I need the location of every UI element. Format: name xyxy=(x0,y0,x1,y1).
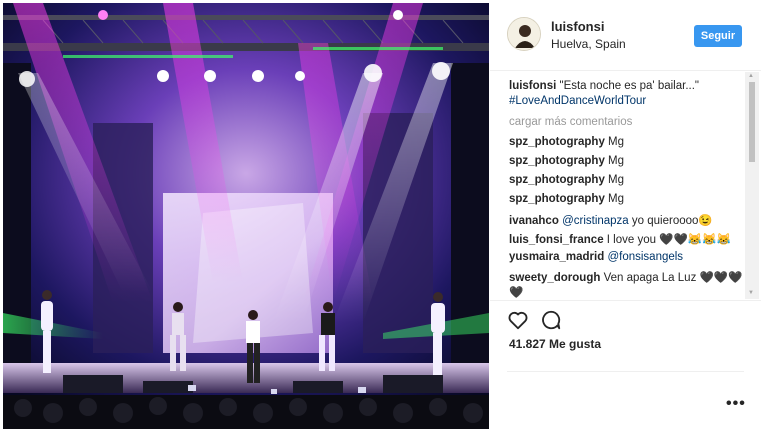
comment-username[interactable]: luis_fonsi_france xyxy=(509,234,604,246)
comment-text: yo quieroooo😉 xyxy=(631,215,713,227)
comment-bubble-icon-glyph xyxy=(542,310,561,330)
comment-text: Mg xyxy=(608,193,625,205)
comment-username[interactable]: spz_photography xyxy=(509,155,605,167)
post-username[interactable]: luisfonsi xyxy=(551,19,604,34)
post-side-panel: luisfonsi Huelva, Spain Seguir luisfonsi… xyxy=(490,0,761,432)
comment-item: spz_photography Mg xyxy=(509,193,624,205)
comment-bubble-icon[interactable] xyxy=(540,309,562,331)
caption-hashtag-line: #LoveAndDanceWorldTour xyxy=(509,95,646,107)
comment-item: sweety_dorough Ven apaga La Luz 🖤🖤🖤 xyxy=(509,270,742,284)
heart-icon[interactable] xyxy=(507,309,529,331)
post-actions: 41.827 Me gusta xyxy=(490,300,761,361)
comment-username[interactable]: spz_photography xyxy=(509,174,605,186)
post-location[interactable]: Huelva, Spain xyxy=(551,37,626,51)
caption-username[interactable]: luisfonsi xyxy=(509,80,556,92)
post-header: luisfonsi Huelva, Spain Seguir xyxy=(490,0,761,71)
instagram-post-modal: luisfonsi Huelva, Spain Seguir luisfonsi… xyxy=(0,0,761,432)
scrollbar-thumb[interactable] xyxy=(749,82,755,162)
comment-mention[interactable]: @cristinapza xyxy=(562,215,629,227)
avatar-image xyxy=(508,18,540,50)
scroll-down-arrow-icon[interactable]: ▼ xyxy=(748,290,754,296)
avatar[interactable] xyxy=(507,17,541,51)
comment-item: spz_photography Mg xyxy=(509,174,624,186)
comment-text: Mg xyxy=(608,155,625,167)
like-count[interactable]: 41.827 Me gusta xyxy=(509,337,601,351)
comment-username[interactable]: yusmaira_madrid xyxy=(509,251,604,263)
follow-button[interactable]: Seguir xyxy=(694,25,742,47)
caption: luisfonsi "Esta noche es pa' bailar..." xyxy=(509,80,699,92)
comment-mention[interactable]: @fonsisangels xyxy=(607,251,683,263)
load-more-comments[interactable]: cargar más comentarios xyxy=(509,116,632,128)
comments-scrollbar[interactable]: ▲ ▼ xyxy=(745,72,759,299)
comment-text: Mg xyxy=(608,136,625,148)
comment-item: ivanahco @cristinapza yo quieroooo😉 xyxy=(509,213,713,227)
caption-hashtag[interactable]: #LoveAndDanceWorldTour xyxy=(509,95,646,107)
scroll-up-arrow-icon[interactable]: ▲ xyxy=(748,73,754,79)
comment-item: spz_photography Mg xyxy=(509,136,624,148)
comment-username[interactable]: spz_photography xyxy=(509,136,605,148)
caption-text: "Esta noche es pa' bailar..." xyxy=(559,80,699,92)
heart-icon-glyph xyxy=(508,311,528,330)
concert-stage-image xyxy=(3,3,489,429)
comment-text: 🖤 xyxy=(509,287,524,299)
comment-item: yusmaira_madrid @fonsisangels xyxy=(509,251,683,263)
comment-username[interactable]: sweety_dorough xyxy=(509,272,600,284)
comment-text: I love you 🖤🖤😹😹😹 xyxy=(606,234,731,246)
post-photo[interactable] xyxy=(3,3,489,429)
comment-item: 🖤 xyxy=(509,285,523,299)
comment-text: Mg xyxy=(608,174,625,186)
comment-username[interactable]: spz_photography xyxy=(509,193,605,205)
comments-list[interactable]: luisfonsi "Esta noche es pa' bailar..." … xyxy=(490,72,761,299)
add-comment-area[interactable] xyxy=(507,371,744,418)
comment-item: spz_photography Mg xyxy=(509,155,624,167)
comment-username[interactable]: ivanahco xyxy=(509,215,559,227)
comment-item: luis_fonsi_france I love you 🖤🖤😹😹😹 xyxy=(509,232,731,246)
more-options-icon[interactable]: ••• xyxy=(726,395,746,413)
comment-text: Ven apaga La Luz 🖤🖤🖤 xyxy=(603,272,743,284)
